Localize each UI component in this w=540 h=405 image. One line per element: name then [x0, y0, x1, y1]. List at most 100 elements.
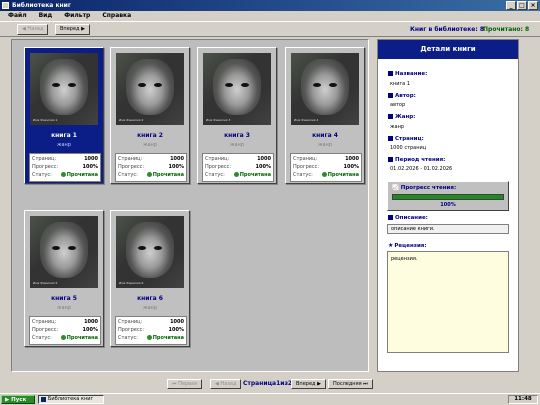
progress-label: Прогресс: — [293, 164, 320, 170]
book-cover: Имя Фамилия 1 — [30, 53, 98, 125]
page-indicator: Страница1из2 — [243, 380, 293, 387]
prev-page-button[interactable]: ◀ Назад — [210, 379, 242, 389]
progress-label: Прогресс: — [205, 164, 232, 170]
chart-icon: 📈 — [392, 185, 401, 191]
progress-value: 100% — [168, 164, 184, 170]
person-icon — [388, 93, 393, 98]
book-cover: Имя Фамилия 5 — [30, 216, 98, 288]
menu-help[interactable]: Справка — [102, 11, 131, 21]
books-count: Книг в библиотеке: 8 — [410, 26, 485, 33]
menu-file[interactable]: Файл — [8, 11, 27, 21]
review-field[interactable]: рецензия. — [387, 251, 509, 353]
pages-label: Страниц: — [118, 319, 143, 325]
pages-value: 1000 — [257, 156, 271, 162]
cover-caption: Имя Фамилия 5 — [33, 281, 58, 285]
close-icon[interactable]: × — [528, 1, 538, 10]
details-header: Детали книги — [378, 40, 518, 59]
start-button[interactable]: ▶ Пуск — [1, 395, 35, 404]
pages-value: 1000 — [170, 156, 184, 162]
status-value: Прочитана — [152, 172, 184, 178]
calendar-icon — [388, 157, 393, 162]
pages-label: Страниц: — [32, 156, 57, 162]
book-card[interactable]: Имя Фамилия 2 книга 2 жанр Страниц: 1000 … — [110, 47, 190, 184]
book-cover: Имя Фамилия 4 — [291, 53, 359, 125]
book-card[interactable]: Имя Фамилия 3 книга 3 жанр Страниц: 1000 … — [197, 47, 277, 184]
pages-value: 1000 — [345, 156, 359, 162]
book-cover: Имя Фамилия 6 — [116, 216, 184, 288]
book-genre: жанр — [56, 142, 71, 148]
tag-icon — [388, 114, 393, 119]
pages-label: Страниц: — [293, 156, 318, 162]
genre-value: жанр — [390, 124, 405, 130]
cover-caption: Имя Фамилия 1 — [33, 118, 58, 122]
clock: 11:48 — [508, 395, 538, 404]
book-title: книга 2 — [137, 132, 163, 139]
status-dot-icon — [321, 172, 327, 177]
status-dot-icon — [146, 172, 152, 177]
taskbar: ▶ Пуск Библиотека книг 11:48 — [0, 393, 540, 405]
window-titlebar[interactable]: Библиотека книг _ □ × — [0, 0, 540, 11]
book-grid: Имя Фамилия 1 книга 1 жанр Страниц: 1000 … — [11, 39, 369, 372]
cover-caption: Имя Фамилия 3 — [206, 118, 231, 122]
book-cover: Имя Фамилия 3 — [203, 53, 271, 125]
book-title: книга 5 — [51, 295, 77, 302]
progress-value: 100% — [343, 164, 359, 170]
status-label: Статус: — [205, 172, 225, 178]
last-page-button[interactable]: Последняя ⏭ — [328, 379, 373, 389]
status-value: Прочитана — [239, 172, 271, 178]
book-info: Страниц: 1000 Прогресс: 100% Статус: Прочит… — [29, 153, 101, 182]
book-genre: жанр — [142, 305, 157, 311]
book-card[interactable]: Имя Фамилия 1 книга 1 жанр Страниц: 1000 … — [24, 47, 104, 184]
book-card[interactable]: Имя Фамилия 5 книга 5 жанр Страниц: 1000 … — [24, 210, 104, 347]
book-info: Страниц: 1000 Прогресс: 100% Статус: Прочит… — [202, 153, 274, 182]
book-info: Страниц: 1000 Прогресс: 100% Статус: Прочит… — [29, 316, 101, 345]
status-label: Статус: — [118, 335, 138, 341]
maximize-icon[interactable]: □ — [517, 1, 527, 10]
taskbar-app-button[interactable]: Библиотека книг — [38, 395, 104, 404]
progress-label: Прогресс: — [32, 164, 59, 170]
status-dot-icon — [60, 335, 66, 340]
pages-label: Страниц: — [118, 156, 143, 162]
book-info: Страниц: 1000 Прогресс: 100% Статус: Прочит… — [115, 153, 187, 182]
status-value: Прочитана — [66, 335, 98, 341]
genre-label: Жанр: — [388, 114, 415, 120]
first-page-button[interactable]: ⏮ Первая — [167, 379, 203, 389]
window-title: Библиотека книг — [12, 2, 72, 9]
review-label: ★Рецензия: — [388, 242, 427, 249]
progress-label: Прогресс: — [32, 327, 59, 333]
book-genre: жанр — [229, 142, 244, 148]
book-card[interactable]: Имя Фамилия 4 книга 4 жанр Страниц: 1000 … — [285, 47, 365, 184]
app-icon — [2, 2, 9, 9]
name-label: Название: — [388, 71, 427, 77]
book-cover: Имя Фамилия 2 — [116, 53, 184, 125]
back-button[interactable]: ◀ Назад — [17, 24, 49, 35]
next-page-button[interactable]: Вперед ▶ — [291, 379, 326, 389]
details-panel: Детали книги Название: книга 1 Автор: ав… — [377, 39, 519, 372]
document-icon — [388, 136, 393, 141]
book-card[interactable]: Имя Фамилия 6 книга 6 жанр Страниц: 1000 … — [110, 210, 190, 347]
book-genre: жанр — [317, 142, 332, 148]
read-count: Прочитано: 8 — [483, 26, 530, 33]
minimize-icon[interactable]: _ — [506, 1, 516, 10]
app-icon — [41, 397, 46, 402]
status-value: Прочитана — [327, 172, 359, 178]
book-genre: жанр — [56, 305, 71, 311]
book-genre: жанр — [142, 142, 157, 148]
cover-caption: Имя Фамилия 6 — [119, 281, 144, 285]
status-dot-icon — [233, 172, 239, 177]
progress-value: 100% — [82, 327, 98, 333]
status-value: Прочитана — [152, 335, 184, 341]
menu-filter[interactable]: Фильтр — [64, 11, 90, 21]
book-icon — [388, 71, 393, 76]
book-info: Страниц: 1000 Прогресс: 100% Статус: Прочит… — [115, 316, 187, 345]
menu-view[interactable]: Вид — [39, 11, 53, 21]
status-dot-icon — [146, 335, 152, 340]
name-value: книга 1 — [390, 81, 410, 87]
forward-button[interactable]: Вперед ▶ — [55, 24, 90, 35]
pages-label: Страниц: — [32, 319, 57, 325]
status-label: Статус: — [32, 172, 52, 178]
star-icon: ★ — [388, 242, 394, 249]
progress-value: 100% — [255, 164, 271, 170]
status-label: Статус: — [293, 172, 313, 178]
description-label: Описание: — [388, 215, 428, 221]
